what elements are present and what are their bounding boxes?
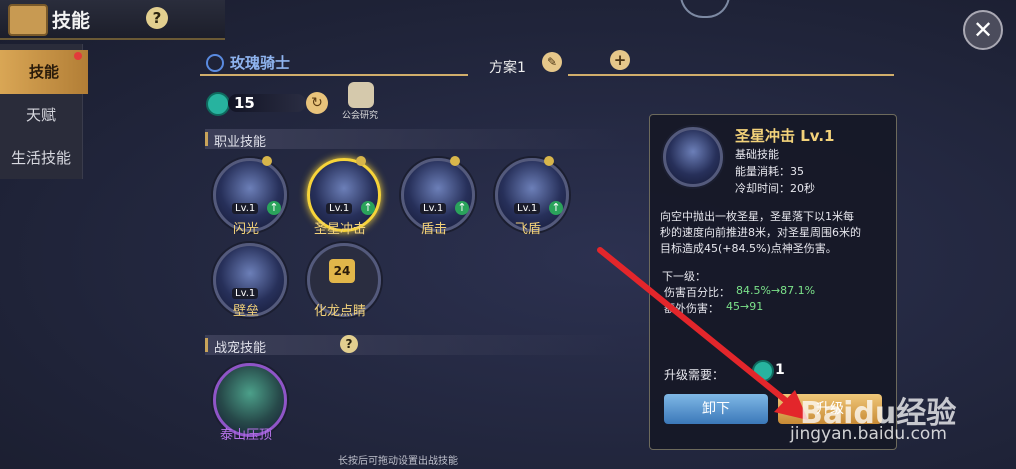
tab-talent[interactable]: 天赋: [0, 93, 82, 137]
lock-icon: 24: [329, 259, 355, 283]
skill-name: 圣星冲击: [313, 222, 366, 237]
equipped-badge-icon: [450, 156, 460, 166]
skill-name: 盾击: [420, 222, 447, 237]
section-header-pet: [205, 335, 625, 355]
class-icon: [206, 54, 224, 72]
reset-points-icon[interactable]: ↻: [306, 92, 328, 114]
plan-label: 方案1: [489, 60, 526, 76]
class-name: 玫瑰骑士: [230, 54, 291, 72]
upgrade-arrow-icon[interactable]: ↑: [267, 201, 281, 215]
tab-life-skills[interactable]: 生活技能: [0, 136, 82, 180]
skill-level: Lv.1: [514, 203, 541, 214]
page-title: 技能: [52, 10, 91, 32]
skill-level: Lv.1: [420, 203, 447, 214]
notification-dot-icon: [74, 52, 82, 60]
equipped-badge-icon: [356, 156, 366, 166]
watermark-url: jingyan.baidu.com: [790, 424, 947, 444]
skill-points-value: 15: [234, 94, 255, 112]
detail-skill-icon: [663, 127, 723, 187]
section-bar-class: [205, 132, 208, 146]
help-icon[interactable]: ?: [146, 7, 168, 29]
section-title-class: 职业技能: [214, 135, 267, 150]
section-title-pet: 战宠技能: [214, 341, 267, 356]
class-underline: [200, 74, 468, 76]
add-plan-icon[interactable]: +: [610, 50, 630, 70]
section-header-class: [205, 129, 625, 149]
skill-name: 壁垒: [232, 304, 259, 319]
detail-desc-1: 向空中抛出一枚圣星，圣星落下以1米每: [660, 210, 854, 223]
detail-type: 基础技能: [735, 148, 779, 161]
upgrade-arrow-icon[interactable]: ↑: [455, 201, 469, 215]
detail-desc-2: 秒的速度向前推进8米，对圣星周围6米的: [660, 226, 861, 239]
guild-research-label: 公会研究: [342, 111, 379, 121]
edit-plan-icon[interactable]: ✎: [542, 52, 562, 72]
skill-name: 化龙点睛: [313, 304, 366, 319]
skill-level: Lv.1: [232, 203, 259, 214]
annotation-arrow: [597, 247, 808, 420]
detail-title: 圣星冲击 Lv.1: [735, 127, 835, 145]
plan-underline: [568, 74, 894, 76]
skill-name: 飞盾: [514, 222, 541, 237]
detail-energy: 能量消耗：35: [735, 165, 804, 178]
skill-point-icon: [206, 92, 230, 116]
close-icon[interactable]: ✕: [963, 10, 1003, 50]
skill-name: 闪光: [232, 222, 259, 237]
book-icon: [8, 4, 48, 36]
upgrade-arrow-icon[interactable]: ↑: [361, 201, 375, 215]
pet-skill-name: 泰山压顶: [219, 428, 272, 443]
skill-level: Lv.1: [232, 288, 259, 299]
skill-level: Lv.1: [326, 203, 353, 214]
detail-cooldown: 冷却时间：20秒: [735, 182, 815, 195]
guild-research-icon[interactable]: [348, 82, 374, 108]
footer-hint: 长按后可拖动设置出战技能: [338, 456, 458, 467]
section-bar-pet: [205, 338, 208, 352]
equipped-badge-icon: [262, 156, 272, 166]
help-icon[interactable]: ?: [340, 335, 358, 353]
equipped-badge-icon: [544, 156, 554, 166]
upgrade-arrow-icon[interactable]: ↑: [549, 201, 563, 215]
